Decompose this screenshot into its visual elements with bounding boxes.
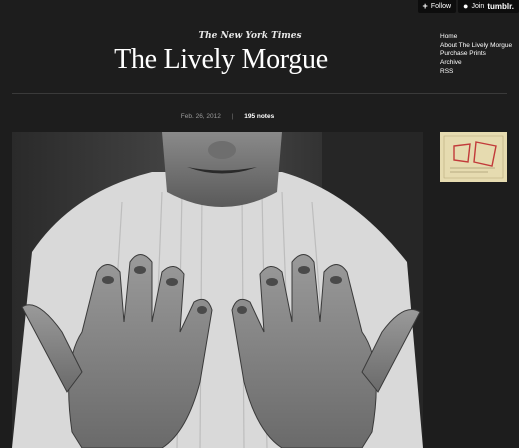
- nav-item-archive[interactable]: Archive: [440, 59, 512, 68]
- follow-button[interactable]: + Follow: [417, 0, 457, 13]
- nav-item-purchase-prints[interactable]: Purchase Prints: [440, 50, 512, 59]
- post-photo[interactable]: [12, 132, 423, 448]
- post-meta: Feb. 26, 2012 | 195 notes: [0, 113, 455, 120]
- header-divider: [12, 93, 507, 94]
- join-tumblr-button[interactable]: ● Join tumblr.: [458, 0, 519, 13]
- join-label: Join: [471, 3, 485, 10]
- meta-separator: |: [231, 113, 234, 120]
- photo-hands-image: [12, 132, 423, 448]
- sidebar-nav: Home About The Lively Morgue Purchase Pr…: [440, 33, 512, 77]
- follow-label: Follow: [430, 3, 452, 10]
- nav-item-home[interactable]: Home: [440, 33, 512, 42]
- thumbnail-image: [440, 132, 507, 182]
- nyt-masthead[interactable]: The New York Times: [150, 31, 350, 41]
- user-icon: ●: [463, 1, 469, 11]
- post-notes-count[interactable]: 195 notes: [244, 113, 274, 120]
- blog-title[interactable]: The Lively Morgue: [96, 44, 346, 76]
- tumblr-brand: tumblr.: [487, 2, 514, 11]
- nav-item-about[interactable]: About The Lively Morgue: [440, 42, 512, 51]
- post-date[interactable]: Feb. 26, 2012: [181, 113, 221, 120]
- plus-icon: +: [422, 1, 428, 11]
- nav-item-rss[interactable]: RSS: [440, 68, 512, 77]
- tumblr-controls: + Follow ● Join tumblr.: [417, 0, 519, 13]
- sidebar-thumbnail[interactable]: [440, 132, 507, 182]
